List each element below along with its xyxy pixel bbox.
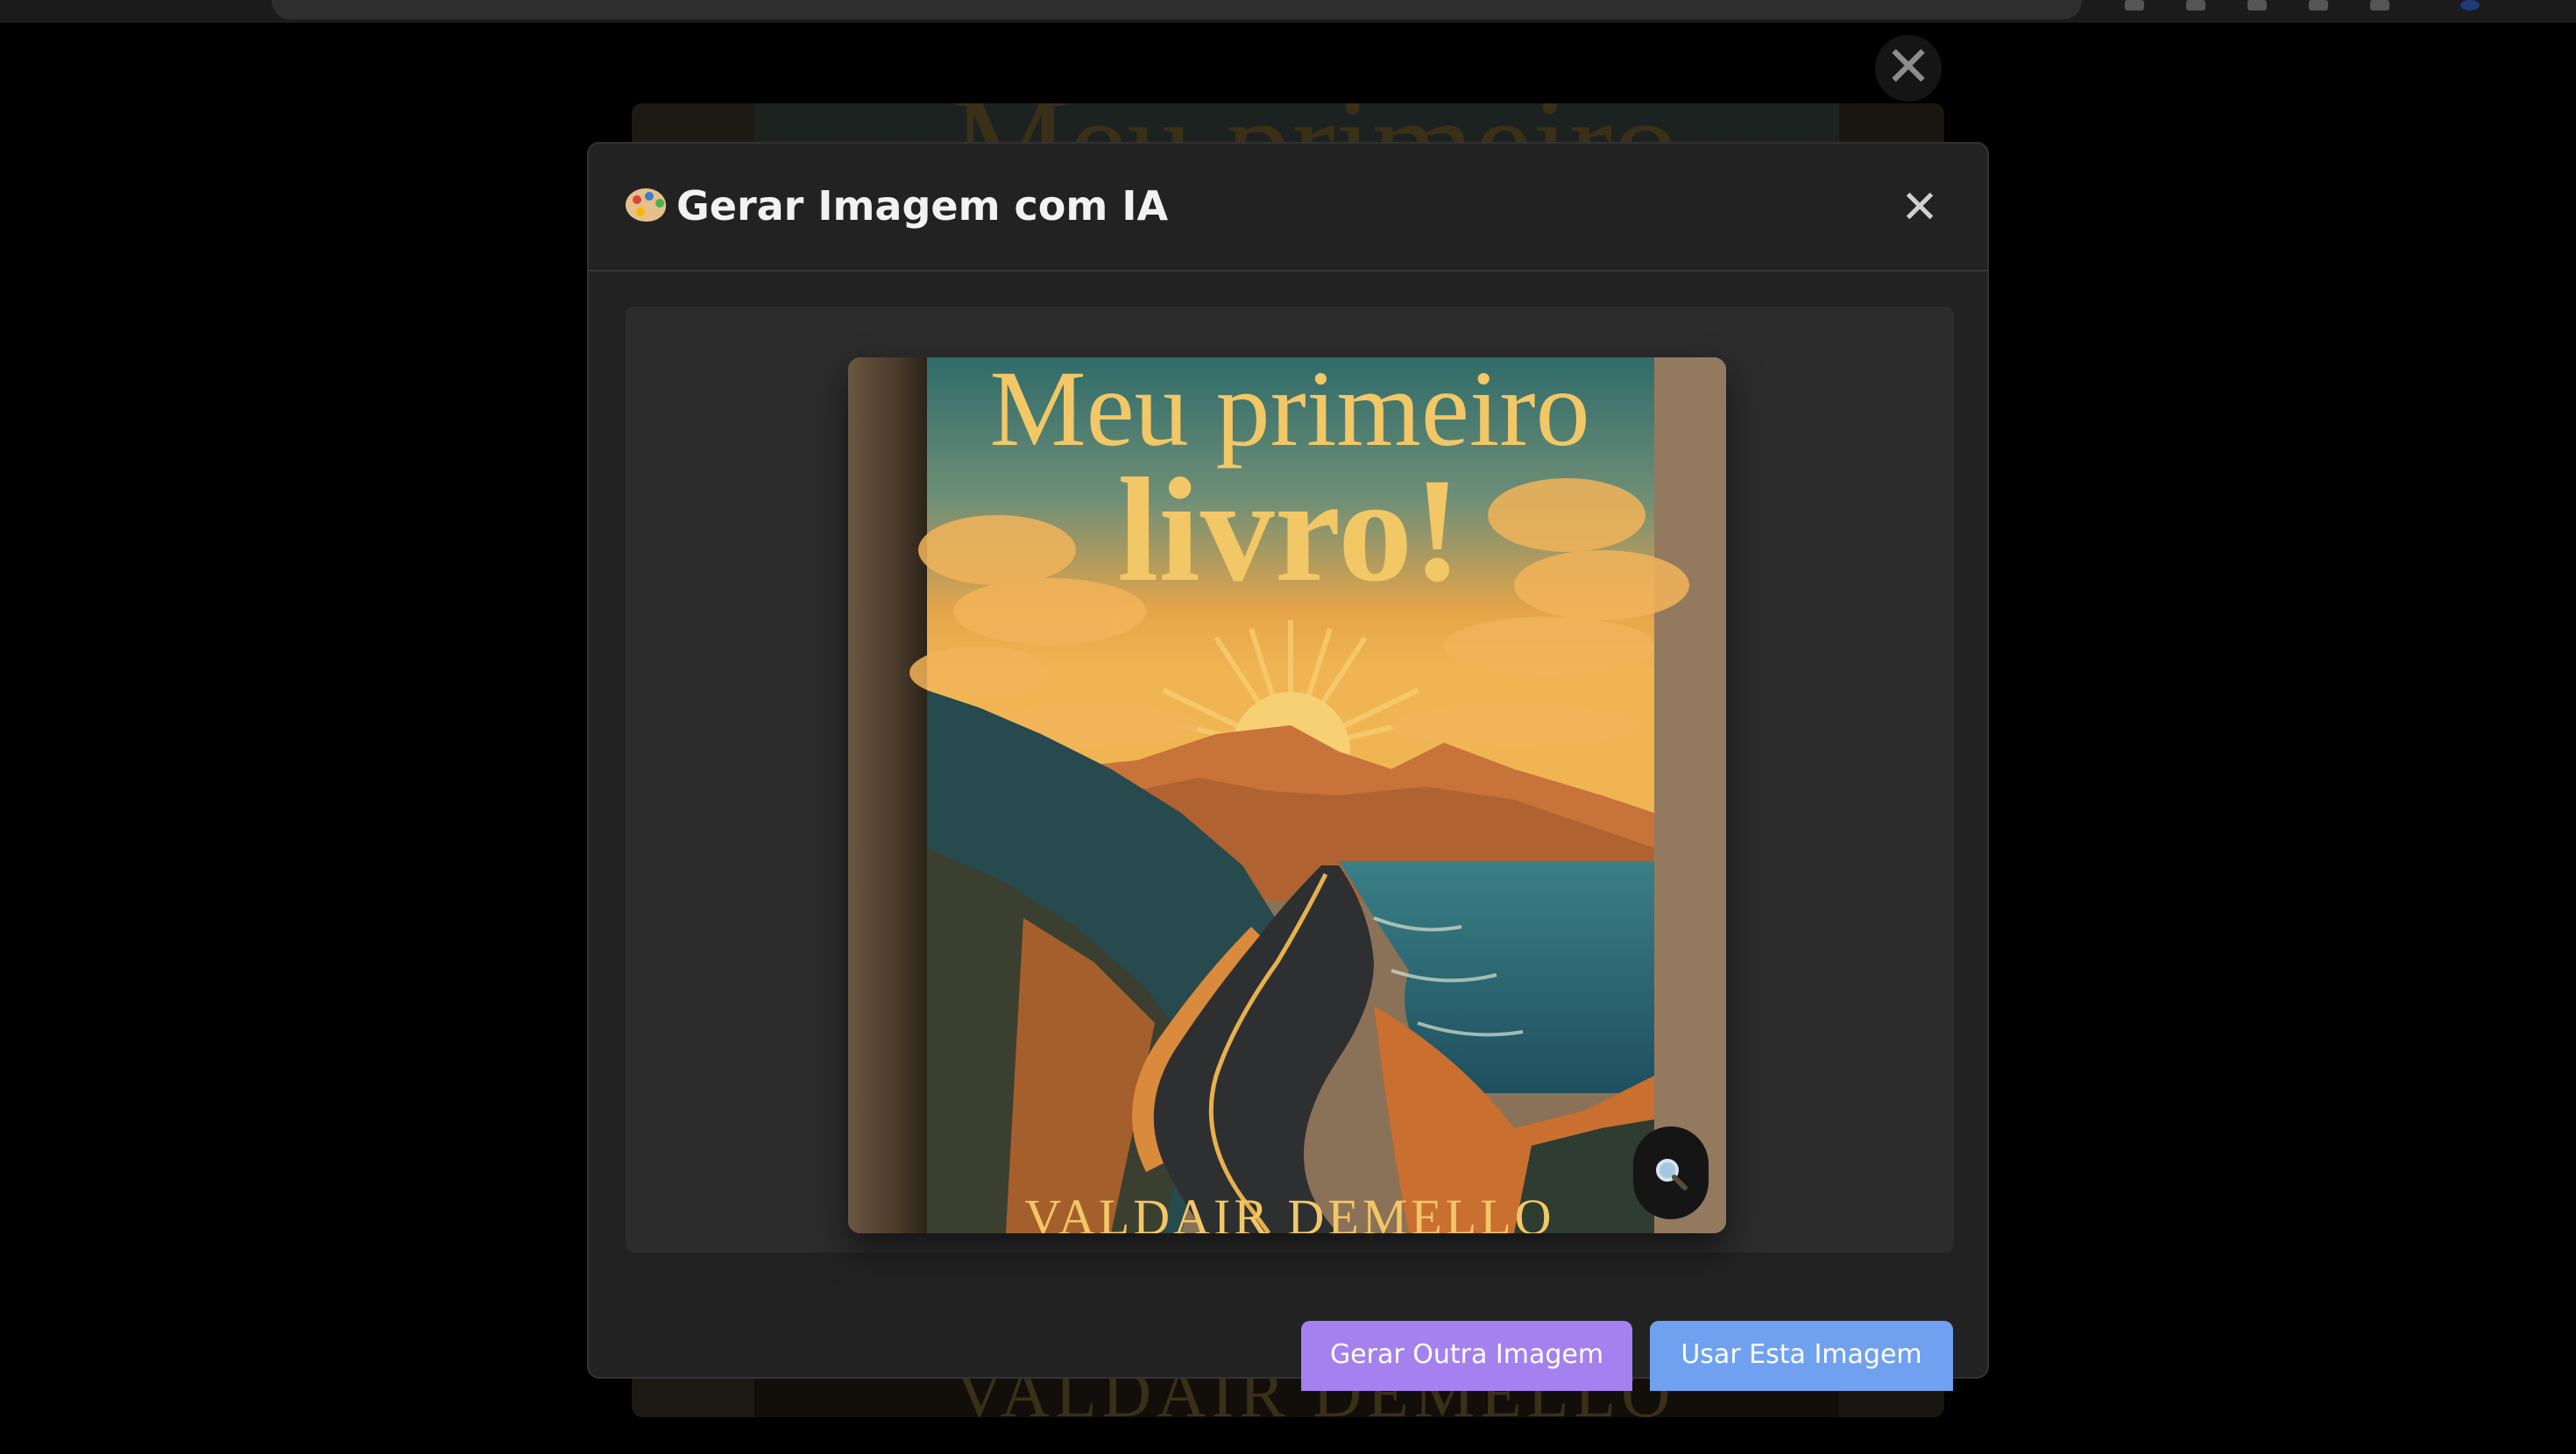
magnifier-icon xyxy=(1656,1158,1688,1190)
modal-close-button[interactable]: ✕ xyxy=(1898,185,1942,230)
use-this-image-button[interactable]: Usar Esta Imagem xyxy=(1650,1321,1953,1391)
modal-title: Gerar Imagem com IA xyxy=(676,182,1169,229)
extension-icon[interactable] xyxy=(2186,0,2205,11)
extension-icon[interactable] xyxy=(2247,0,2267,11)
modal-title-row: Gerar Imagem com IA xyxy=(624,182,1168,229)
address-bar[interactable] xyxy=(272,0,2082,19)
extension-icon[interactable] xyxy=(2370,0,2389,11)
modal-header: Gerar Imagem com IA ✕ xyxy=(589,144,1987,272)
generated-cover-image: Meu primeiro livro! VALDAIR DEMELLO xyxy=(848,357,1726,1233)
cover-author: VALDAIR DEMELLO xyxy=(1024,1189,1555,1233)
close-icon: ✕ xyxy=(1900,181,1939,234)
palette-icon xyxy=(624,185,668,223)
generate-another-button[interactable]: Gerar Outra Imagem xyxy=(1301,1321,1632,1391)
profile-avatar[interactable] xyxy=(2460,0,2480,11)
extension-icon[interactable] xyxy=(2125,0,2144,11)
cover-title-line2: livro! xyxy=(1117,448,1462,612)
extension-icon[interactable] xyxy=(2309,0,2328,11)
zoom-button[interactable] xyxy=(1633,1126,1709,1219)
close-icon: ✕ xyxy=(1885,35,1932,100)
viewer-close-button[interactable]: ✕ xyxy=(1875,35,1942,102)
browser-toolbar xyxy=(0,0,2576,23)
